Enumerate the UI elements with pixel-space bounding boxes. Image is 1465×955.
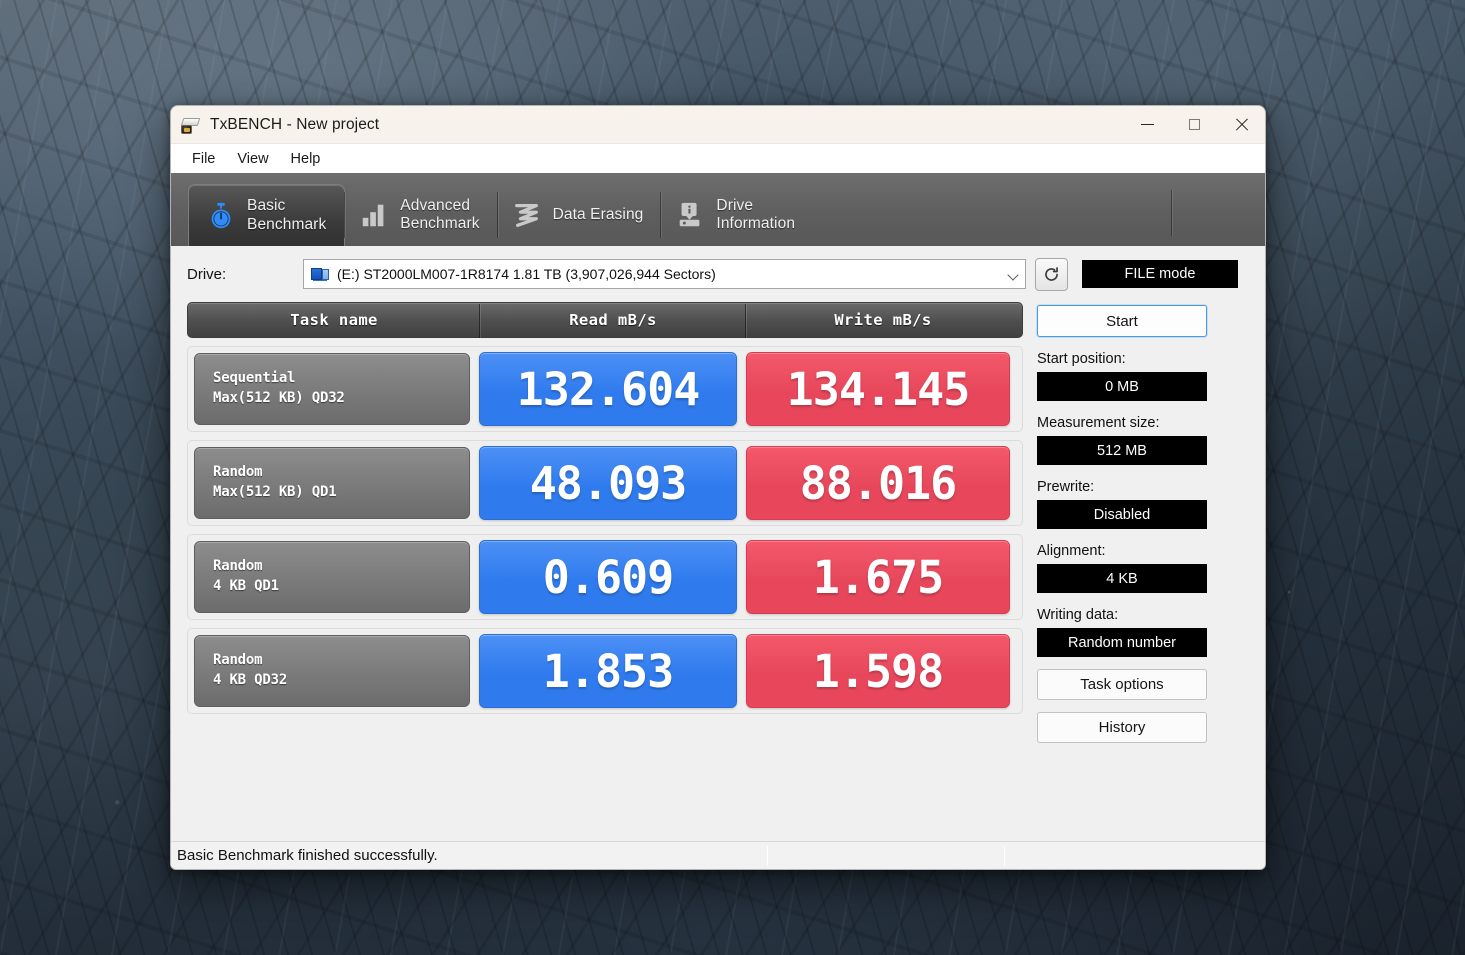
prewrite-label: Prewrite:	[1037, 479, 1095, 495]
table-row: Random 4 KB QD32 1.853 1.598	[187, 628, 1023, 714]
task-cell[interactable]: Sequential Max(512 KB) QD32	[194, 353, 470, 425]
content-split: Task name Read mB/s Write mB/s Sequentia…	[187, 302, 1249, 841]
writing-data-value[interactable]: Random number	[1037, 628, 1207, 657]
task-name-line2: 4 KB QD1	[213, 578, 279, 594]
menu-item-view[interactable]: View	[226, 148, 279, 170]
measurement-size-label: Measurement size:	[1037, 415, 1160, 431]
history-button[interactable]: History	[1037, 712, 1207, 743]
write-value: 134.145	[786, 362, 971, 416]
read-value-cell: 0.609	[479, 540, 737, 614]
task-name-line1: Random	[213, 558, 263, 575]
task-name-line1: Random	[213, 464, 263, 481]
prewrite-value[interactable]: Disabled	[1037, 500, 1207, 529]
drive-select-value: (E:) ST2000LM007-1R8174 1.81 TB (3,907,0…	[337, 266, 716, 282]
alignment-value[interactable]: 4 KB	[1037, 564, 1207, 593]
menu-item-help[interactable]: Help	[280, 148, 332, 170]
tab-label-drive-information: Drive Information	[716, 196, 796, 232]
status-pane-secondary	[768, 842, 1004, 869]
bar-chart-icon	[363, 204, 384, 227]
write-value-cell: 1.598	[746, 634, 1010, 708]
refresh-icon	[1045, 266, 1058, 281]
write-value-cell: 88.016	[746, 446, 1010, 520]
task-name-line2: Max(512 KB) QD32	[213, 390, 345, 406]
column-header-task-name: Task name	[290, 311, 378, 329]
write-value: 1.598	[812, 644, 944, 698]
read-value: 0.609	[542, 550, 674, 604]
column-header-read: Read mB/s	[479, 304, 746, 338]
drive-select[interactable]: (E:) ST2000LM007-1R8174 1.81 TB (3,907,0…	[303, 259, 1026, 289]
txbench-app-icon	[180, 116, 201, 134]
task-name-line2: 4 KB QD32	[213, 672, 288, 688]
tab-data-erasing[interactable]: Data Erasing	[496, 184, 662, 246]
close-icon	[1234, 117, 1249, 132]
menu-bar: File View Help	[171, 144, 1265, 173]
read-value-cell: 132.604	[479, 352, 737, 426]
refresh-drives-button[interactable]	[1035, 257, 1068, 291]
title-bar: TxBENCH - New project	[171, 106, 1265, 144]
mode-badge[interactable]: FILE mode	[1082, 260, 1238, 288]
window-title: TxBENCH - New project	[210, 115, 380, 133]
maximize-button[interactable]	[1171, 106, 1218, 143]
minimize-button[interactable]	[1124, 106, 1171, 143]
drive-info-icon	[680, 202, 700, 227]
start-button[interactable]: Start	[1037, 305, 1207, 337]
status-pane-tertiary	[1005, 842, 1265, 869]
task-name-line1: Sequential	[213, 370, 296, 387]
start-position-label: Start position:	[1037, 351, 1126, 367]
measurement-size-value[interactable]: 512 MB	[1037, 436, 1207, 465]
tab-basic-benchmark[interactable]: Basic Benchmark	[188, 184, 346, 246]
stopwatch-icon	[211, 202, 231, 228]
results-header-row: Task name Read mB/s Write mB/s	[187, 302, 1023, 338]
task-cell[interactable]: Random 4 KB QD1	[194, 541, 470, 613]
write-value: 88.016	[799, 456, 958, 510]
menu-item-file[interactable]: File	[181, 148, 226, 170]
task-cell[interactable]: Random 4 KB QD32	[194, 635, 470, 707]
column-header-write: Write mB/s	[745, 304, 1020, 338]
writing-data-label: Writing data:	[1037, 607, 1119, 623]
disk-drive-icon	[311, 267, 330, 282]
shredder-icon	[514, 204, 538, 227]
table-row: Random Max(512 KB) QD1 48.093 88.016	[187, 440, 1023, 526]
write-value: 1.675	[812, 550, 944, 604]
minimize-icon	[1141, 124, 1154, 125]
alignment-label: Alignment:	[1037, 543, 1106, 559]
options-side-panel: Start Start position: 0 MB Measurement s…	[1037, 302, 1207, 833]
results-panel: Task name Read mB/s Write mB/s Sequentia…	[187, 302, 1023, 833]
close-button[interactable]	[1218, 106, 1265, 143]
maximize-icon	[1189, 119, 1200, 130]
read-value-cell: 1.853	[479, 634, 737, 708]
task-options-button[interactable]: Task options	[1037, 669, 1207, 700]
chevron-down-icon	[1008, 271, 1019, 278]
table-row: Random 4 KB QD1 0.609 1.675	[187, 534, 1023, 620]
read-value: 132.604	[516, 362, 701, 416]
start-position-value[interactable]: 0 MB	[1037, 372, 1207, 401]
tab-strip: Basic Benchmark Advanced Benchmark Data …	[171, 173, 1265, 246]
status-bar: Basic Benchmark finished successfully.	[171, 841, 1265, 869]
tab-advanced-benchmark[interactable]: Advanced Benchmark	[344, 184, 497, 246]
read-value-cell: 48.093	[479, 446, 737, 520]
main-content: Drive: (E:) ST2000LM007-1R8174 1.81 TB (…	[171, 246, 1265, 841]
tab-drive-information[interactable]: Drive Information	[660, 184, 813, 246]
read-value: 48.093	[529, 456, 688, 510]
read-value: 1.853	[542, 644, 674, 698]
tab-label-data-erasing: Data Erasing	[552, 205, 644, 223]
task-name-line1: Random	[213, 652, 263, 669]
task-name-line2: Max(512 KB) QD1	[213, 484, 337, 500]
drive-label: Drive:	[187, 265, 227, 283]
tab-label-basic-benchmark: Basic Benchmark	[247, 197, 327, 233]
window-controls	[1124, 106, 1265, 143]
task-cell[interactable]: Random Max(512 KB) QD1	[194, 447, 470, 519]
table-row: Sequential Max(512 KB) QD32 132.604 134.…	[187, 346, 1023, 432]
tab-label-advanced-benchmark: Advanced Benchmark	[400, 196, 480, 232]
tab-strip-end-divider	[1171, 190, 1172, 236]
drive-selector-row: Drive: (E:) ST2000LM007-1R8174 1.81 TB (…	[187, 246, 1249, 302]
txbench-window: TxBENCH - New project File View Help Bas…	[170, 105, 1266, 870]
write-value-cell: 134.145	[746, 352, 1010, 426]
write-value-cell: 1.675	[746, 540, 1010, 614]
status-message: Basic Benchmark finished successfully.	[177, 847, 438, 864]
